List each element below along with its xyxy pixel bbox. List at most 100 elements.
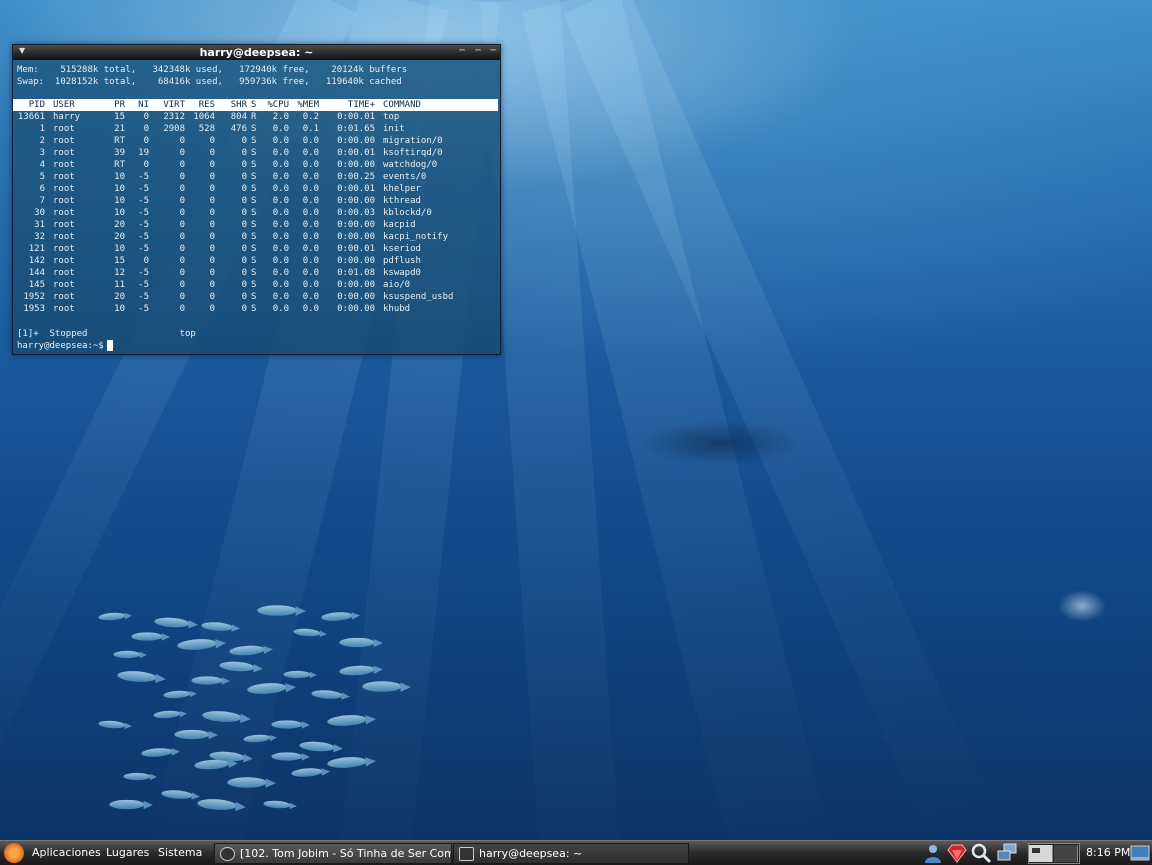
col-user: harry <box>53 112 81 122</box>
col-shr: 0 <box>241 256 247 266</box>
col-virt: 0 <box>179 292 185 302</box>
fish <box>362 681 412 692</box>
terminal-icon <box>459 847 474 861</box>
table-row: 1953 root 10 -5 0 0 0 S 0.0 0.0 0:00.00 khubd <box>17 303 497 315</box>
col-cpu: 0.0 <box>272 208 289 218</box>
terminal-titlebar[interactable]: ▼ harry@deepsea: ~ ─ ─ ─ <box>13 45 500 60</box>
col-mem: 0.0 <box>302 196 319 206</box>
workspace-switcher[interactable] <box>1028 843 1080 864</box>
col-user: root <box>53 172 75 182</box>
menu-lugares[interactable]: Lugares <box>106 846 149 859</box>
terminal-window[interactable]: ▼ harry@deepsea: ~ ─ ─ ─ Mem: 515288k to… <box>12 44 501 355</box>
menu-sistema[interactable]: Sistema <box>158 846 202 859</box>
col-command: events/0 <box>383 172 427 182</box>
media-player-icon <box>220 847 235 861</box>
col-command: khelper <box>383 184 421 194</box>
col-state: S <box>251 136 257 146</box>
fish <box>191 676 230 685</box>
fish <box>154 616 190 629</box>
col-user: root <box>53 268 75 278</box>
col-virt: 0 <box>179 172 185 182</box>
col-state: S <box>251 100 257 110</box>
col-command: ksuspend_usbd <box>383 292 454 302</box>
col-user: root <box>53 280 75 290</box>
col-ni: 0 <box>143 136 149 146</box>
fish <box>109 799 153 810</box>
table-row: 5 root 10 -5 0 0 0 S 0.0 0.0 0:00.25 events/0 <box>17 171 497 183</box>
col-cpu: 0.0 <box>272 148 289 158</box>
col-cpu: 0.0 <box>272 160 289 170</box>
fish <box>263 799 291 810</box>
col-time: 0:00.00 <box>337 160 375 170</box>
col-state: S <box>251 124 257 134</box>
table-row: 121 root 10 -5 0 0 0 S 0.0 0.0 0:00.01 kseriod <box>17 243 497 255</box>
col-virt: 0 <box>179 184 185 194</box>
col-mem: 0.1 <box>302 124 319 134</box>
col-time: 0:00.01 <box>337 184 375 194</box>
col-time: 0:00.00 <box>337 220 375 230</box>
search-icon[interactable] <box>970 842 992 864</box>
col-time: 0:00.00 <box>337 304 375 314</box>
col-cpu: 2.0 <box>272 112 289 122</box>
ruby-gem-icon[interactable] <box>946 842 968 864</box>
col-state: S <box>251 184 257 194</box>
col-user: root <box>53 160 75 170</box>
col-pid: 2 <box>39 136 45 146</box>
fish <box>243 733 271 744</box>
network-icon[interactable] <box>996 842 1018 864</box>
col-mem: 0.0 <box>302 268 319 278</box>
menu-aplicaciones[interactable]: Aplicaciones <box>32 846 101 859</box>
col-user: root <box>53 208 75 218</box>
col-pid: 30 <box>34 208 45 218</box>
col-command: init <box>383 124 405 134</box>
table-row: 2 root RT 0 0 0 0 S 0.0 0.0 0:00.00 migration/0 <box>17 135 497 147</box>
fish <box>257 605 307 616</box>
minimize-icon[interactable]: ─ <box>456 46 468 57</box>
shell-prompt-line[interactable]: harry@deepsea:~$ <box>17 340 113 352</box>
col-user: root <box>53 196 75 206</box>
col-ni: NI <box>138 100 149 110</box>
task-label: harry@deepsea: ~ <box>479 847 583 860</box>
col-cpu: 0.0 <box>272 172 289 182</box>
taskbar-button-media-player[interactable]: [102. Tom Jobim - Só Tinha de Ser Com ..… <box>214 843 452 864</box>
taskbar-button-terminal[interactable]: harry@deepsea: ~ <box>453 843 689 864</box>
col-virt: 2908 <box>163 124 185 134</box>
col-command: kacpi_notify <box>383 232 449 242</box>
workspace-1[interactable] <box>1029 845 1053 862</box>
col-state: S <box>251 220 257 230</box>
col-cpu: 0.0 <box>272 196 289 206</box>
show-desktop-icon[interactable] <box>1129 842 1151 864</box>
fish <box>141 747 173 758</box>
col-virt: 0 <box>179 148 185 158</box>
col-pr: 10 <box>114 172 125 182</box>
col-pr: PR <box>114 100 125 110</box>
col-pr: 10 <box>114 304 125 314</box>
ubuntu-logo-icon[interactable] <box>4 843 24 863</box>
clock[interactable]: 8:16 PM <box>1086 846 1130 859</box>
col-command: ksoftirqd/0 <box>383 148 443 158</box>
col-user: root <box>53 136 75 146</box>
col-state: R <box>251 112 257 122</box>
col-pid: 1 <box>39 124 45 134</box>
col-cpu: 0.0 <box>272 280 289 290</box>
col-ni: 19 <box>138 148 149 158</box>
col-pr: 20 <box>114 220 125 230</box>
col-shr: 0 <box>241 184 247 194</box>
terminal-content[interactable]: Mem: 515288k total, 342348k used, 172940… <box>13 60 500 354</box>
col-pid: 5 <box>39 172 45 182</box>
user-icon[interactable] <box>922 842 944 864</box>
col-virt: 0 <box>179 232 185 242</box>
maximize-icon[interactable]: ─ <box>472 46 484 57</box>
fish <box>116 669 158 684</box>
col-cpu: 0.0 <box>272 292 289 302</box>
col-state: S <box>251 244 257 254</box>
col-user: root <box>53 184 75 194</box>
shark-silhouette <box>640 420 800 466</box>
col-state: S <box>251 292 257 302</box>
col-pid: 7 <box>39 196 45 206</box>
col-res: 0 <box>209 232 215 242</box>
workspace-2[interactable] <box>1054 845 1078 862</box>
col-pr: 11 <box>114 280 125 290</box>
close-icon[interactable]: ─ <box>487 46 499 57</box>
col-virt: 0 <box>179 280 185 290</box>
